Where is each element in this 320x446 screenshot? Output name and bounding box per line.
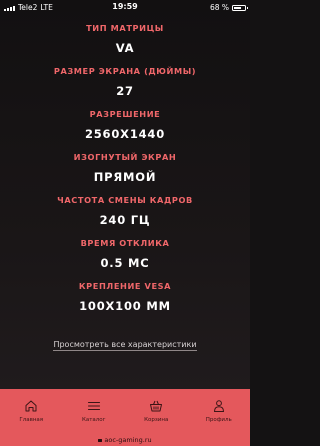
user-icon bbox=[213, 400, 224, 412]
spec-label: ТИП МАТРИЦЫ bbox=[86, 23, 164, 33]
tab-label: Профиль bbox=[205, 417, 232, 423]
tab-label: Главная bbox=[19, 417, 44, 423]
tab-home[interactable]: Главная bbox=[0, 389, 63, 435]
spec-item: ТИП МАТРИЦЫ VA bbox=[0, 22, 250, 57]
tab-profile[interactable]: Профиль bbox=[188, 389, 251, 435]
tab-cart[interactable]: Корзина bbox=[125, 389, 188, 435]
menu-icon bbox=[87, 401, 100, 411]
spec-value: 2560X1440 bbox=[84, 127, 166, 141]
all-specs-row: Просмотреть все характеристики bbox=[0, 332, 250, 351]
spec-value: ПРЯМОЙ bbox=[93, 170, 157, 184]
spec-label: ИЗОГНУТЫЙ ЭКРАН bbox=[73, 152, 177, 162]
screen: Tele2 LTE 19:59 68 % ТИП МАТРИЦЫ VA РАЗМ… bbox=[0, 0, 250, 446]
tab-catalog[interactable]: Каталог bbox=[63, 389, 126, 435]
all-specs-link[interactable]: Просмотреть все характеристики bbox=[53, 340, 197, 351]
spec-item: РАЗМЕР ЭКРАНА (ДЮЙМЫ) 27 bbox=[0, 65, 250, 100]
home-icon bbox=[25, 400, 37, 412]
spec-label: ЧАСТОТА СМЕНЫ КАДРОВ bbox=[57, 195, 193, 205]
status-right: 68 % bbox=[209, 3, 248, 12]
basket-icon bbox=[150, 400, 163, 412]
spec-list: ТИП МАТРИЦЫ VA РАЗМЕР ЭКРАНА (ДЮЙМЫ) 27 … bbox=[0, 22, 250, 315]
spec-item: КРЕПЛЕНИЕ VESA 100X100 ММ bbox=[0, 280, 250, 315]
spec-value: 240 ГЦ bbox=[99, 213, 151, 227]
spec-value: VA bbox=[115, 41, 135, 55]
spec-label: КРЕПЛЕНИЕ VESA bbox=[78, 281, 172, 291]
spec-value: 27 bbox=[116, 84, 134, 98]
url-bar[interactable]: aoc-gaming.ru bbox=[0, 435, 250, 446]
tab-label: Каталог bbox=[81, 417, 106, 423]
spec-label: ВРЕМЯ ОТКЛИКА bbox=[80, 238, 170, 248]
spec-label: РАЗМЕР ЭКРАНА (ДЮЙМЫ) bbox=[53, 66, 197, 76]
url-text: aoc-gaming.ru bbox=[104, 436, 152, 444]
tab-label: Корзина bbox=[144, 417, 169, 423]
spec-item: ЧАСТОТА СМЕНЫ КАДРОВ 240 ГЦ bbox=[0, 194, 250, 229]
spec-value: 0.5 МС bbox=[100, 256, 150, 270]
spec-label: РАЗРЕШЕНИЕ bbox=[89, 109, 161, 119]
battery-percent: 68 % bbox=[209, 3, 229, 12]
spec-item: РАЗРЕШЕНИЕ 2560X1440 bbox=[0, 108, 250, 143]
lock-icon bbox=[98, 438, 103, 442]
battery-icon bbox=[232, 4, 248, 11]
spec-item: ИЗОГНУТЫЙ ЭКРАН ПРЯМОЙ bbox=[0, 151, 250, 186]
status-bar: Tele2 LTE 19:59 68 % bbox=[0, 0, 250, 14]
spec-item: ВРЕМЯ ОТКЛИКА 0.5 МС bbox=[0, 237, 250, 272]
spec-value: 100X100 ММ bbox=[79, 299, 171, 313]
tab-bar: Главная Каталог Корзина Профиль bbox=[0, 389, 250, 435]
